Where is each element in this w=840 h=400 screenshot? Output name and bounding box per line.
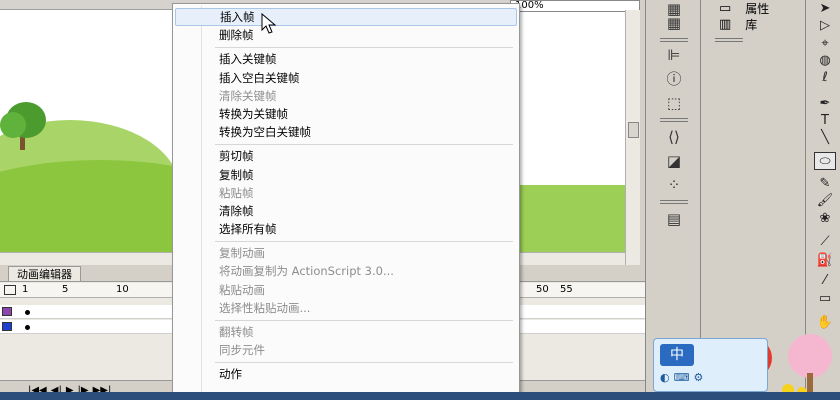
eyedropper-tool-icon[interactable]: ⁄ bbox=[814, 272, 836, 290]
library-tab[interactable]: ▥ 库 bbox=[719, 16, 757, 33]
menu-item: 翻转帧 bbox=[219, 325, 254, 339]
menu-item: 复制动画 bbox=[219, 246, 265, 261]
menu-item: 同步元件 bbox=[219, 343, 265, 358]
bone-tool-icon[interactable]: ⟋ bbox=[814, 233, 836, 251]
ime-tools: ◐ ⌨ ⚙ bbox=[660, 371, 703, 384]
ruler-tick-label: 1 bbox=[22, 284, 29, 295]
layer-color-swatch bbox=[2, 307, 12, 316]
menu-item[interactable]: 插入帧 bbox=[175, 8, 517, 27]
keyframe-dot[interactable] bbox=[25, 310, 30, 315]
moon-icon[interactable]: ◐ bbox=[660, 371, 670, 384]
component-inspector-icon[interactable]: ⁘ bbox=[664, 176, 684, 194]
free-transform-tool-icon[interactable]: ⌖ bbox=[814, 35, 836, 53]
menu-item[interactable]: 转换为关键帧 bbox=[175, 105, 517, 123]
menu-item[interactable]: 删除帧 bbox=[175, 26, 517, 44]
menu-item[interactable]: 动作 bbox=[175, 365, 517, 383]
3d-rotation-tool-icon[interactable]: ◍ bbox=[814, 52, 836, 70]
components-icon[interactable]: ◪ bbox=[664, 152, 684, 170]
frame-context-menu: 插入帧 删除帧插入关键帧 插入空白关键帧 清除关键帧转换为关键帧 转换为空白关键帧 剪切帧… bbox=[172, 3, 520, 397]
ruler-tick-label: 55 bbox=[560, 284, 573, 295]
pen-tool-icon[interactable]: ✒ bbox=[814, 95, 836, 113]
menu-item[interactable]: 转换为空白关键帧 bbox=[175, 123, 517, 141]
deco-tool-icon[interactable]: ❀ bbox=[814, 210, 836, 228]
panel-grip[interactable] bbox=[660, 200, 688, 204]
lasso-tool-icon[interactable]: ℓ bbox=[814, 69, 836, 87]
text-tool-icon[interactable]: T bbox=[814, 112, 836, 130]
onion-icon[interactable] bbox=[4, 285, 16, 295]
panel-grip[interactable] bbox=[660, 118, 688, 122]
scene-tree-small bbox=[0, 112, 26, 138]
color-grid-icon[interactable]: ▦ bbox=[664, 14, 684, 32]
menu-item: 将动画复制为 ActionScript 3.0... bbox=[219, 264, 394, 279]
info-icon[interactable]: ⓘ bbox=[664, 70, 684, 88]
paint-bucket-tool-icon[interactable]: ⛽ bbox=[814, 252, 836, 270]
layer-color-swatch bbox=[2, 322, 12, 331]
menu-item: 清除关键帧 bbox=[219, 88, 277, 103]
ruler-tick-label: 50 bbox=[536, 284, 549, 295]
movie-explorer-icon[interactable]: ▤ bbox=[664, 210, 684, 228]
panel-grip[interactable] bbox=[715, 38, 743, 42]
menu-item: 粘贴帧 bbox=[219, 185, 254, 200]
properties-icon: ▭ bbox=[719, 1, 732, 16]
ruler-tick-label: 10 bbox=[116, 284, 129, 295]
panel-grip[interactable] bbox=[660, 38, 688, 42]
actions-icon[interactable]: ⟨⟩ bbox=[664, 128, 684, 146]
menu-item: 粘贴动画 bbox=[219, 282, 265, 297]
properties-tab[interactable]: ▭ 属性 bbox=[719, 0, 769, 17]
menu-item[interactable]: 剪切帧 bbox=[175, 147, 517, 165]
scrollbar-thumb[interactable] bbox=[628, 122, 639, 138]
gear-icon[interactable]: ⚙ bbox=[694, 371, 704, 384]
pencil-tool-icon[interactable]: ✎ bbox=[814, 175, 836, 193]
keyboard-icon[interactable]: ⌨ bbox=[674, 371, 690, 384]
menu-item[interactable]: 复制帧 bbox=[175, 166, 517, 184]
mouse-cursor-icon bbox=[261, 12, 277, 34]
menu-item[interactable]: 插入空白关键帧 bbox=[175, 69, 517, 87]
selection-tool-icon[interactable]: ➤ bbox=[814, 0, 836, 18]
tab-motion-editor[interactable]: 动画编辑器 bbox=[8, 266, 81, 281]
windows-taskbar bbox=[0, 392, 840, 400]
ime-mode-button[interactable]: 中 bbox=[660, 344, 694, 366]
brush-tool-icon[interactable]: 🖌 bbox=[814, 192, 836, 210]
menu-item[interactable]: 插入关键帧 bbox=[175, 50, 517, 68]
keyframe-dot[interactable] bbox=[25, 325, 30, 330]
transform-icon[interactable]: ⬚ bbox=[664, 94, 684, 112]
oval-tool-icon[interactable]: ⬭ bbox=[814, 152, 836, 170]
ruler-tick-label: 5 bbox=[62, 284, 69, 295]
library-label: 库 bbox=[745, 18, 758, 32]
menu-item: 选择性粘贴动画... bbox=[219, 300, 311, 315]
zoom-select[interactable]: 100% bbox=[510, 0, 640, 12]
ime-status-bar[interactable]: 中 ◐ ⌨ ⚙ bbox=[653, 338, 768, 392]
menu-item[interactable]: 清除帧 bbox=[175, 202, 517, 220]
menu-item[interactable]: 选择所有帧 bbox=[175, 220, 517, 238]
menu-items: 插入帧 删除帧插入关键帧 插入空白关键帧 清除关键帧转换为关键帧 转换为空白关键帧 剪切帧… bbox=[175, 8, 517, 384]
stage-vertical-scrollbar[interactable] bbox=[625, 10, 640, 265]
align-icon[interactable]: ⊫ bbox=[664, 46, 684, 64]
properties-label: 属性 bbox=[745, 2, 770, 16]
line-tool-icon[interactable]: ╲ bbox=[814, 129, 836, 147]
subselection-tool-icon[interactable]: ▷ bbox=[814, 17, 836, 35]
eraser-tool-icon[interactable]: ▭ bbox=[814, 290, 836, 308]
library-icon: ▥ bbox=[719, 17, 732, 32]
